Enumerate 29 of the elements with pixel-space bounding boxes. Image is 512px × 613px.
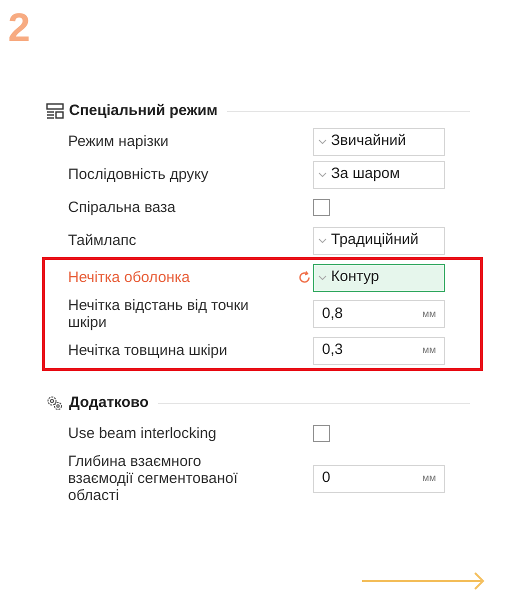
chevron-icon <box>318 238 327 244</box>
section-title: Спеціальний режим <box>69 100 218 121</box>
chevron-icon <box>318 172 327 178</box>
setting-label: Режим нарізки <box>68 133 170 150</box>
setting-label: Послідовність друку <box>68 166 210 183</box>
gears-icon <box>46 395 64 411</box>
checkbox[interactable] <box>313 425 330 442</box>
dropdown[interactable]: Контур <box>313 264 445 292</box>
reset-icon[interactable] <box>298 271 310 284</box>
setting-label: Нечітка відстань від точки шкіри <box>68 297 250 331</box>
setting-label: Таймлапс <box>68 232 138 249</box>
chevron-icon <box>318 138 327 144</box>
checkbox[interactable] <box>313 199 330 216</box>
setting-label: Глибина взаємного взаємодії сегментованої області <box>68 453 239 504</box>
dropdown[interactable]: Традиційний <box>313 226 445 254</box>
number-field[interactable]: 0,8 мм <box>313 300 445 328</box>
dropdown[interactable]: За шаром <box>313 160 445 188</box>
arrow-icon <box>362 572 486 590</box>
layout-icon <box>46 103 64 119</box>
setting-label: Спіральна ваза <box>68 199 177 216</box>
step-number: 2 <box>8 8 30 48</box>
setting-label: Нечітка оболонка <box>68 269 191 286</box>
setting-label: Нечітка товщина шкіри <box>68 342 228 359</box>
number-field[interactable]: 0,3 мм <box>313 336 445 364</box>
number-field[interactable]: 0 мм <box>313 464 445 492</box>
setting-label: Use beam interlocking <box>68 425 218 442</box>
dropdown[interactable]: Звичайний <box>313 128 445 156</box>
chevron-icon <box>318 274 327 280</box>
section-title: Додатково <box>69 392 149 413</box>
